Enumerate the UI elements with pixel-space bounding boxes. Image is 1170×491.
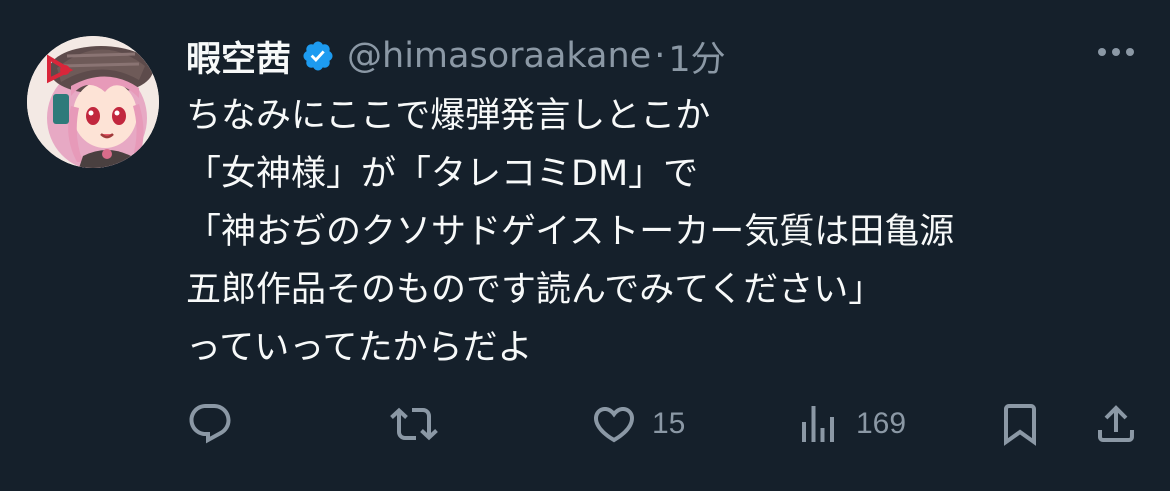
views-button[interactable]: 169	[794, 396, 906, 452]
tweet-action-bar: 15 169	[0, 396, 1170, 452]
tweet-text-line: っていってたからだよ	[186, 328, 533, 368]
tweet-text-line: ちなみにここで爆弾発言しとこか	[186, 96, 711, 136]
reply-button[interactable]	[186, 396, 234, 452]
tweet-text-line: 「女神様」が「タレコミDM」で	[186, 154, 699, 194]
bookmark-button[interactable]	[996, 396, 1044, 452]
tweet-timestamp[interactable]: 1分	[668, 31, 725, 82]
header-separator: ·	[654, 36, 666, 76]
more-options-button[interactable]	[1094, 40, 1138, 64]
author-handle[interactable]: @himasoraakane	[347, 36, 651, 76]
avatar-illustration	[27, 36, 159, 168]
like-count: 15	[652, 407, 686, 440]
retweet-icon	[390, 407, 438, 441]
tweet-header: 暇空茜 @himasoraakane · 1分	[186, 30, 726, 82]
reply-icon	[189, 404, 231, 444]
share-button[interactable]	[1092, 396, 1140, 452]
views-count: 169	[856, 407, 907, 440]
heart-icon	[593, 407, 635, 443]
tweet-text-line: 五郎作品そのものです読んでみてください」	[186, 270, 884, 310]
tweet-text-line: 「神おぢのクソサドゲイストーカー気質は田亀源	[186, 212, 955, 252]
display-name[interactable]: 暇空茜	[186, 31, 291, 82]
retweet-button[interactable]	[390, 396, 438, 452]
share-icon	[1098, 405, 1134, 442]
more-dots-icon	[1098, 48, 1134, 56]
verified-badge-icon	[301, 39, 335, 73]
tweet: 暇空茜 @himasoraakane · 1分 ちなみにここで爆弾発言しとこか …	[0, 0, 1170, 491]
avatar[interactable]	[27, 36, 159, 168]
tweet-text: ちなみにここで爆弾発言しとこか 「女神様」が「タレコミDM」で 「神おぢのクソサ…	[186, 87, 1146, 377]
bookmark-icon	[1004, 404, 1036, 446]
like-button[interactable]: 15	[590, 396, 685, 452]
views-icon	[802, 406, 834, 442]
